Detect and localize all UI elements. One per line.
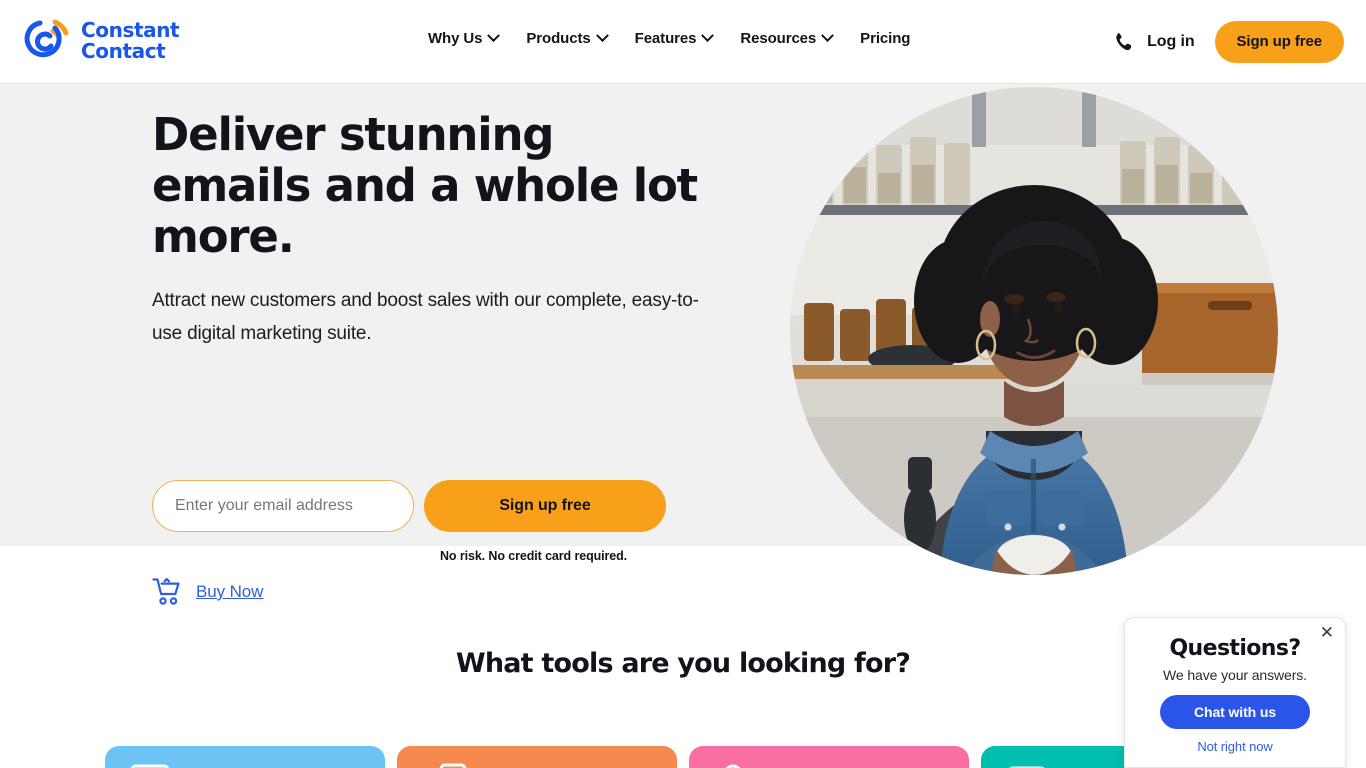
nav-item-resources[interactable]: Resources <box>740 29 835 47</box>
email-input[interactable] <box>152 480 414 532</box>
page-root: Constant Contact Why Us Products Feature… <box>0 0 1366 768</box>
chat-widget: ✕ Questions? We have your answers. Chat … <box>1124 617 1346 768</box>
nav-item-pricing[interactable]: Pricing <box>860 30 910 47</box>
logo-wordmark: Constant Contact <box>81 18 180 63</box>
signup-disclaimer: No risk. No credit card required. <box>440 549 628 563</box>
nav-label: Features <box>634 30 697 47</box>
website-builder-icon <box>1009 766 1045 768</box>
nav-label: Pricing <box>860 30 911 47</box>
buy-now-label: Buy Now <box>196 582 264 601</box>
chat-subtitle: We have your answers. <box>1163 667 1307 683</box>
hero-copy: Deliver stunning emails and a whole lot … <box>152 109 712 350</box>
hero-signup-form: Sign up free <box>152 480 666 532</box>
logo[interactable]: Constant Contact <box>22 16 180 66</box>
main-nav: Why Us Products Features Resources Prici… <box>428 29 910 47</box>
phone-icon[interactable] <box>1113 32 1132 52</box>
logo-word-1: Constant <box>81 18 180 42</box>
chevron-down-icon <box>595 29 609 43</box>
hero-title: Deliver stunning emails and a whole lot … <box>152 108 698 263</box>
nav-label: Resources <box>740 30 817 47</box>
chevron-down-icon <box>821 29 835 43</box>
shopping-cart-icon <box>152 577 180 605</box>
tool-card-social-posts[interactable] <box>397 746 677 768</box>
close-icon[interactable]: ✕ <box>1320 625 1334 642</box>
hero-subtitle: Attract new customers and boost sales wi… <box>152 290 699 344</box>
nav-item-products[interactable]: Products <box>526 29 609 47</box>
chat-dismiss-link[interactable]: Not right now <box>1125 739 1345 754</box>
hero-section: Deliver stunning emails and a whole lot … <box>0 84 1366 605</box>
chat-title: Questions? <box>1169 636 1301 661</box>
tool-card-email[interactable] <box>105 746 385 768</box>
site-header: Constant Contact Why Us Products Feature… <box>0 0 1366 84</box>
chat-with-us-button[interactable]: Chat with us <box>1160 695 1310 729</box>
social-posts-icon <box>439 763 467 768</box>
nav-item-features[interactable]: Features <box>634 29 715 47</box>
email-icon <box>130 764 170 768</box>
constant-contact-logo-icon <box>24 19 69 58</box>
login-link[interactable]: Log in <box>1147 33 1194 51</box>
nav-label: Why Us <box>428 30 483 47</box>
hero-photo-illustration <box>790 87 1278 575</box>
tool-card-contacts[interactable] <box>689 746 969 768</box>
logo-word-2: Contact <box>81 39 166 63</box>
nav-item-why-us[interactable]: Why Us <box>428 29 501 47</box>
chevron-down-icon <box>701 29 715 43</box>
hero-signup-button[interactable]: Sign up free <box>424 480 666 532</box>
header-actions: Log in Sign up free <box>1113 21 1344 63</box>
tools-card-list <box>105 746 1261 768</box>
contacts-icon <box>725 764 741 768</box>
hero-photo <box>790 87 1278 575</box>
header-signup-button[interactable]: Sign up free <box>1214 21 1344 63</box>
nav-label: Products <box>526 30 591 47</box>
chevron-down-icon <box>487 29 501 43</box>
buy-now-link[interactable]: Buy Now <box>152 577 263 607</box>
